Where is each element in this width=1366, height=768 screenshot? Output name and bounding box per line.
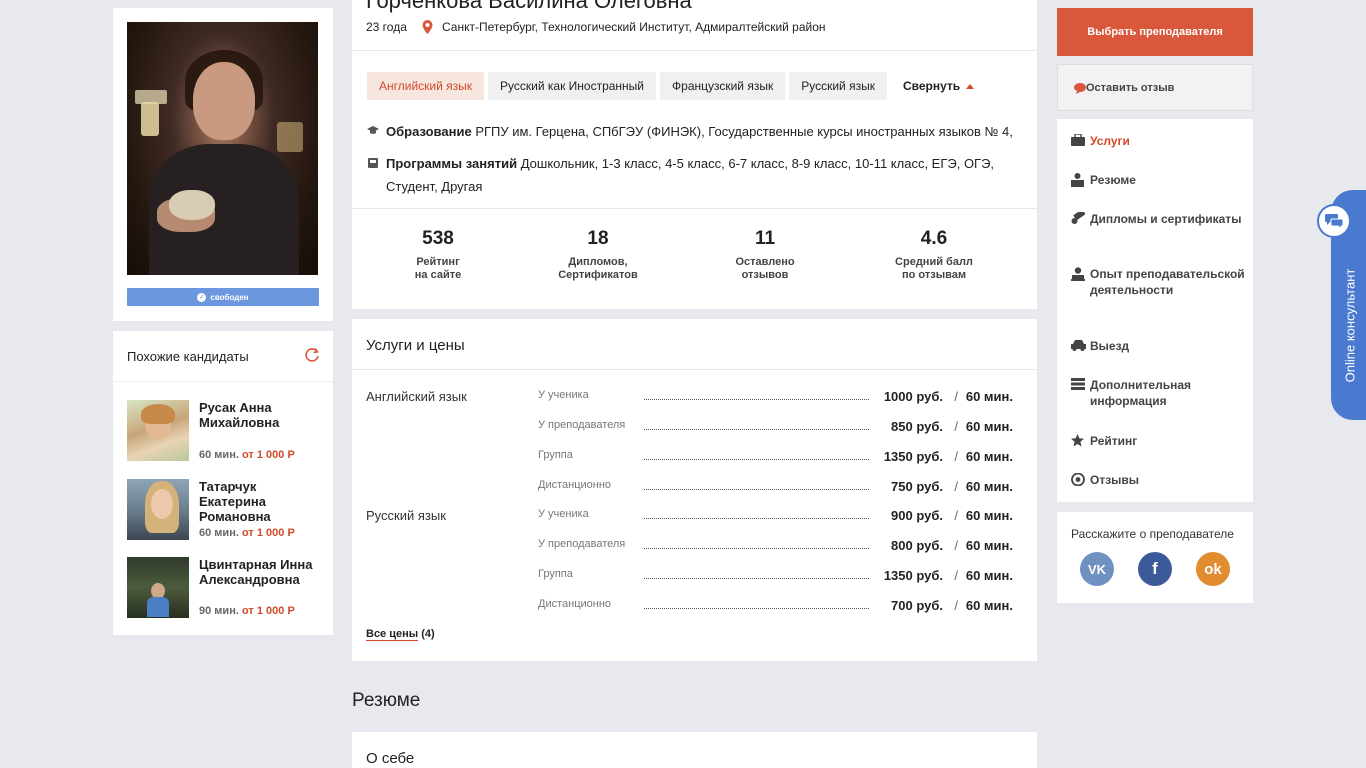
nav-travel[interactable]: Выезд: [1071, 338, 1251, 354]
candidate-name[interactable]: Татарчук Екатерина Романовна: [199, 479, 327, 524]
about-card: О себе: [352, 732, 1037, 768]
candidate-name[interactable]: Цвинтарная Инна Александровна: [199, 557, 327, 587]
tab-russian-foreign[interactable]: Русский как Иностранный: [488, 72, 657, 100]
candidate-price: 90 мин. от 1 000 Р: [199, 605, 295, 617]
price-subject: Русский язык: [366, 508, 446, 523]
facebook-share-button[interactable]: f: [1138, 552, 1172, 586]
leave-review-button[interactable]: Оставить отзыв: [1057, 64, 1253, 111]
diploma-icon: [1071, 212, 1085, 224]
about-title: О себе: [366, 750, 415, 767]
price-row: У ученика 900 руб./60 мин.: [538, 508, 1013, 523]
tab-russian[interactable]: Русский язык: [789, 72, 887, 100]
vk-icon: VK: [1087, 561, 1107, 577]
chat-bubble-icon[interactable]: [1317, 204, 1351, 238]
consultant-label: Online консультант: [1342, 268, 1358, 382]
location-pin-icon: [422, 20, 433, 34]
subject-tabs: Английский язык Русский как Иностранный …: [367, 72, 986, 100]
education-line: Образование РГПУ им. Герцена, СПбГЭУ (ФИ…: [386, 124, 1013, 139]
refresh-icon[interactable]: [304, 347, 320, 363]
price-row: Дистанционно 750 руб./60 мин.: [538, 479, 1013, 494]
price-row: У ученика 1000 руб./60 мин.: [538, 389, 1013, 404]
odnoklassniki-icon: ok: [1204, 560, 1222, 578]
candidate-avatar[interactable]: [127, 557, 189, 618]
comment-icon: [1074, 83, 1086, 94]
nav-diplomas[interactable]: Дипломы и сертификаты: [1071, 211, 1251, 227]
tutor-photo-card: ✓ свободен: [113, 8, 333, 321]
profile-nav: Услуги Резюме Дипломы и сертификаты Опыт…: [1057, 119, 1253, 502]
services-prices-card: Услуги и цены Английский язык У ученика …: [352, 319, 1037, 661]
nav-services[interactable]: Услуги: [1071, 133, 1251, 149]
tutor-name: Горченкова Василина Олеговна: [366, 0, 692, 13]
programs-line: Программы занятий Дошкольник, 1-3 класс,…: [386, 156, 995, 194]
price-subject: Английский язык: [366, 389, 467, 404]
tab-english[interactable]: Английский язык: [367, 72, 485, 100]
availability-badge: ✓ свободен: [127, 288, 319, 306]
vk-share-button[interactable]: VK: [1080, 552, 1114, 586]
online-consultant-tab[interactable]: Online консультант: [1317, 190, 1366, 420]
nav-reviews[interactable]: Отзывы: [1071, 472, 1251, 488]
profile-card: Горченкова Василина Олеговна 23 года Сан…: [352, 0, 1037, 309]
stat-rating: 538 Рейтинг на сайте: [414, 228, 462, 281]
resume-heading: Резюме: [352, 690, 421, 711]
services-icon: [1071, 134, 1085, 146]
nav-resume[interactable]: Резюме: [1071, 172, 1251, 188]
candidate-price: 60 мин. от 1 000 Р: [199, 449, 295, 461]
share-card: Расскажите о преподавателе VK f ok: [1057, 512, 1253, 603]
caret-up-icon: [966, 83, 975, 89]
candidate-avatar[interactable]: [127, 400, 189, 461]
collapse-button[interactable]: Свернуть: [891, 72, 986, 100]
stat-reviews: 11 Оставлено отзывов: [735, 228, 795, 281]
availability-label: свободен: [210, 292, 249, 302]
price-row: Группа 1350 руб./60 мин.: [538, 568, 1013, 583]
teacher-icon: [1071, 267, 1085, 281]
price-row: Группа 1350 руб./60 мин.: [538, 449, 1013, 464]
check-icon: ✓: [197, 292, 207, 302]
nav-rating[interactable]: Рейтинг: [1071, 433, 1251, 449]
tab-french[interactable]: Французский язык: [660, 72, 786, 100]
car-icon: [1071, 340, 1086, 351]
price-row: У преподавателя 850 руб./60 мин.: [538, 419, 1013, 434]
nav-additional-info[interactable]: Дополнительная информация: [1071, 377, 1251, 409]
tutor-location: Санкт-Петербург, Технологический Институ…: [442, 20, 826, 34]
info-icon: [1071, 378, 1085, 390]
facebook-icon: f: [1152, 559, 1158, 578]
book-icon: [368, 158, 378, 168]
price-row: У преподавателя 800 руб./60 мин.: [538, 538, 1013, 553]
stat-diplomas: 18 Дипломов, Сертификатов: [558, 228, 638, 281]
tutor-photo[interactable]: [127, 22, 318, 275]
share-title: Расскажите о преподавателе: [1071, 527, 1234, 541]
candidate-price: 60 мин. от 1 000 Р: [199, 527, 295, 539]
similar-title: Похожие кандидаты: [127, 349, 249, 364]
price-row: Дистанционно 700 руб./60 мин.: [538, 598, 1013, 613]
odnoklassniki-share-button[interactable]: ok: [1196, 552, 1230, 586]
eye-icon: [1071, 473, 1085, 486]
tutor-age: 23 года: [366, 20, 407, 34]
services-title: Услуги и цены: [366, 337, 465, 354]
nav-experience[interactable]: Опыт преподавательской деятельности: [1071, 266, 1251, 298]
similar-candidates-card: Похожие кандидаты Русак Анна Михайловна 6…: [113, 331, 333, 635]
graduation-cap-icon: [367, 126, 379, 134]
star-icon: [1071, 434, 1084, 447]
choose-tutor-button[interactable]: Выбрать преподавателя: [1057, 8, 1253, 56]
resume-icon: [1071, 173, 1084, 187]
all-prices-link[interactable]: Все цены (4): [366, 628, 435, 641]
candidate-name[interactable]: Русак Анна Михайловна: [199, 400, 327, 430]
candidate-avatar[interactable]: [127, 479, 189, 540]
stat-average-score: 4.6 Средний балл по отзывам: [895, 228, 973, 281]
